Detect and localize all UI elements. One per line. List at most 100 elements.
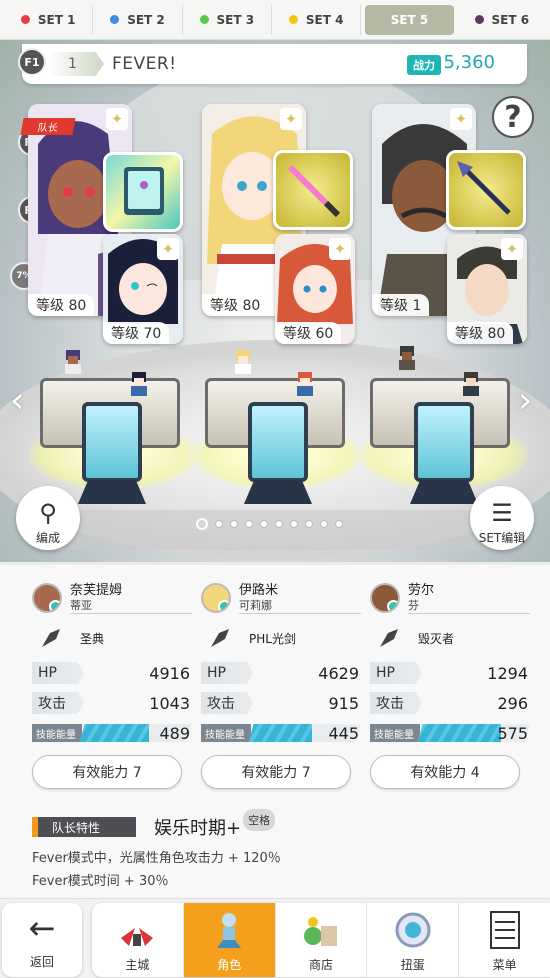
page-dot[interactable] <box>196 518 208 530</box>
hp-value: 4916 <box>149 663 190 683</box>
castle-icon <box>121 928 154 946</box>
page-dot[interactable] <box>245 520 253 528</box>
support-card-3[interactable]: ✦ 等级 80 <box>447 234 527 344</box>
back-arrow-icon: ← <box>28 908 56 947</box>
hp-value: 4629 <box>318 663 359 683</box>
page-dot[interactable] <box>305 520 313 528</box>
character-stats-3: 劳尔 芬 毁灭者 HP 1294 攻击 296 技能能量 575 有效能力 4 <box>370 581 530 789</box>
attack-value: 915 <box>328 693 359 713</box>
pixel-sprite-1 <box>65 350 81 374</box>
set-tab-5[interactable]: SET 5 <box>365 4 454 35</box>
set-tab-3[interactable]: SET 3 <box>183 4 272 35</box>
attack-value: 1043 <box>149 693 190 713</box>
power-value: 5,360 <box>443 52 495 73</box>
magnify-gear-icon: ⚲ <box>39 499 57 527</box>
sparkle-icon: ✦ <box>450 108 472 130</box>
sparkle-icon: ✦ <box>280 108 302 130</box>
page-dot[interactable] <box>275 520 283 528</box>
energy-fill <box>80 724 150 742</box>
set-edit-button[interactable]: ☰ SET编辑 <box>470 486 534 550</box>
energy-value: 575 <box>497 723 528 743</box>
card-level: 等级 80 <box>202 294 269 316</box>
weapon-type-icon <box>211 629 229 647</box>
leader-desc-2: Fever模式时间 + 30％ <box>32 874 169 889</box>
pixel-sprite-3 <box>235 350 251 374</box>
ability-button[interactable]: 有效能力 7 <box>32 755 182 789</box>
energy-label: 技能能量 <box>32 724 82 742</box>
leader-skill-name: 娱乐时期+ <box>154 818 242 839</box>
sparkle-icon: ✦ <box>157 238 179 260</box>
fever-bar: 1 FEVER! 战力 5,360 <box>22 44 527 84</box>
page-dot[interactable] <box>335 520 343 528</box>
set-color-dot <box>474 15 484 24</box>
ability-button[interactable]: 有效能力 7 <box>201 755 351 789</box>
nav-item-gacha[interactable]: 扭蛋 <box>367 903 460 977</box>
hp-label: HP <box>32 662 84 684</box>
attack-label: 攻击 <box>370 692 422 714</box>
back-button[interactable]: ← 返回 <box>2 903 82 977</box>
fever-label: FEVER! <box>112 54 177 74</box>
nav-item-character[interactable]: 角色 <box>183 903 276 977</box>
energy-value: 445 <box>328 723 359 743</box>
equipment-slot-3[interactable] <box>446 150 526 230</box>
pixel-sprite-2 <box>131 372 147 396</box>
set-tab-4[interactable]: SET 4 <box>272 4 362 35</box>
avatar <box>370 583 400 613</box>
card-level: 等级 70 <box>103 322 170 344</box>
page-dot[interactable] <box>290 520 298 528</box>
card-level: 等级 60 <box>275 322 342 344</box>
next-arrow-icon[interactable]: › <box>518 380 532 421</box>
leader-trait-row: 队长特性 娱乐时期+ 空格 <box>32 809 276 839</box>
equipment-slot-1[interactable] <box>103 152 183 232</box>
support-name: 蒂亚 <box>70 598 92 612</box>
attack-label: 攻击 <box>32 692 84 714</box>
energy-label: 技能能量 <box>201 724 251 742</box>
terminal-1 <box>78 402 146 504</box>
support-card-1[interactable]: ✦ 等级 70 <box>103 234 183 344</box>
page-dot[interactable] <box>260 520 268 528</box>
prev-arrow-icon[interactable]: ‹ <box>10 380 24 421</box>
weapon-type-icon <box>42 629 60 647</box>
bottom-nav: ← 返回 主城 角色 商店 扭蛋 菜单 <box>0 898 550 978</box>
book-icon <box>124 167 164 215</box>
attack-value: 296 <box>497 693 528 713</box>
energy-label: 技能能量 <box>370 724 420 742</box>
ability-button[interactable]: 有效能力 4 <box>370 755 520 789</box>
shop-icon <box>303 917 337 946</box>
character-stats-2: 伊路米 可莉娜 PHL光剑 HP 4629 攻击 915 技能能量 445 有效能力… <box>201 581 361 789</box>
set-tab-6[interactable]: SET 6 <box>458 5 546 35</box>
energy-fill <box>418 724 501 742</box>
nav-item-castle[interactable]: 主城 <box>92 903 184 977</box>
sparkle-icon: ✦ <box>106 108 128 130</box>
help-button[interactable]: ? <box>492 96 534 138</box>
nav-item-shop[interactable]: 商店 <box>276 903 368 977</box>
set-color-dot <box>20 15 30 24</box>
support-card-2[interactable]: ✦ 等级 60 <box>275 234 355 344</box>
floor-f1-bubble[interactable]: F1 <box>18 48 46 76</box>
page-indicator <box>196 518 343 530</box>
lightsaber-icon <box>287 164 341 218</box>
weapon-type-icon <box>380 629 398 647</box>
spear-icon <box>457 161 511 215</box>
weapon-name: PHL光剑 <box>249 631 296 646</box>
nav-group: 主城 角色 商店 扭蛋 菜单 <box>92 903 550 977</box>
avatar <box>32 583 62 613</box>
support-name: 可莉娜 <box>239 598 272 612</box>
leader-trait-tag: 队长特性 <box>32 817 136 837</box>
page-dot[interactable] <box>215 520 223 528</box>
set-tab-1[interactable]: SET 1 <box>4 4 94 35</box>
card-level: 等级 1 <box>372 294 430 316</box>
set-tab-2[interactable]: SET 2 <box>93 4 183 35</box>
formation-button[interactable]: ⚲ 编成 <box>16 486 80 550</box>
pixel-sprite-4 <box>297 372 313 396</box>
set-tab-bar: SET 1 SET 2 SET 3 SET 4 SET 5 SET 6 <box>0 0 550 40</box>
page-dot[interactable] <box>230 520 238 528</box>
card-level: 等级 80 <box>447 322 514 344</box>
leader-desc-1: Fever模式中，光属性角色攻击力 + 120％ <box>32 851 281 866</box>
hp-value: 1294 <box>487 663 528 683</box>
terminal-3 <box>410 402 478 504</box>
equipment-slot-2[interactable] <box>273 150 353 230</box>
gacha-icon <box>395 912 431 948</box>
page-dot[interactable] <box>320 520 328 528</box>
nav-item-menu[interactable]: 菜单 <box>459 903 550 977</box>
